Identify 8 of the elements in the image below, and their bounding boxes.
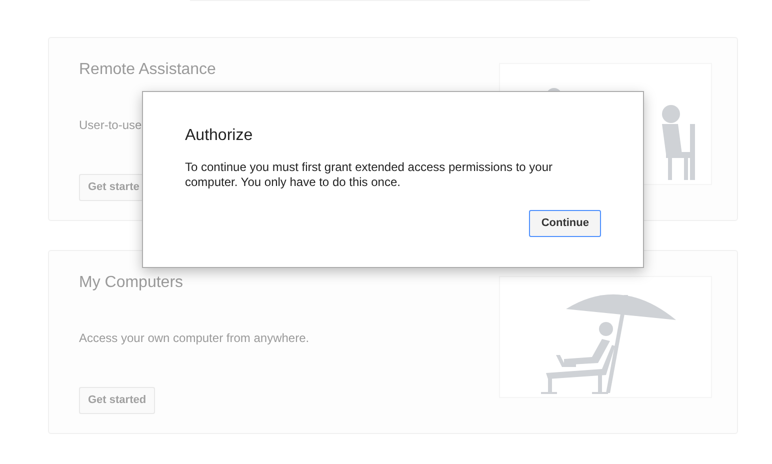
get-started-button[interactable]: Get started xyxy=(79,387,156,414)
continue-button[interactable]: Continue xyxy=(529,210,601,237)
card-description: User-to-use xyxy=(79,117,142,134)
card-description: Access your own computer from anywhere. xyxy=(79,330,310,347)
dialog-message: To continue you must first grant extended access permissions to your computer. You only have to do this once. xyxy=(185,160,554,190)
card-title: My Computers xyxy=(79,273,184,293)
card-title: Remote Assistance xyxy=(79,60,216,80)
dialog-title: Authorize xyxy=(185,126,254,146)
